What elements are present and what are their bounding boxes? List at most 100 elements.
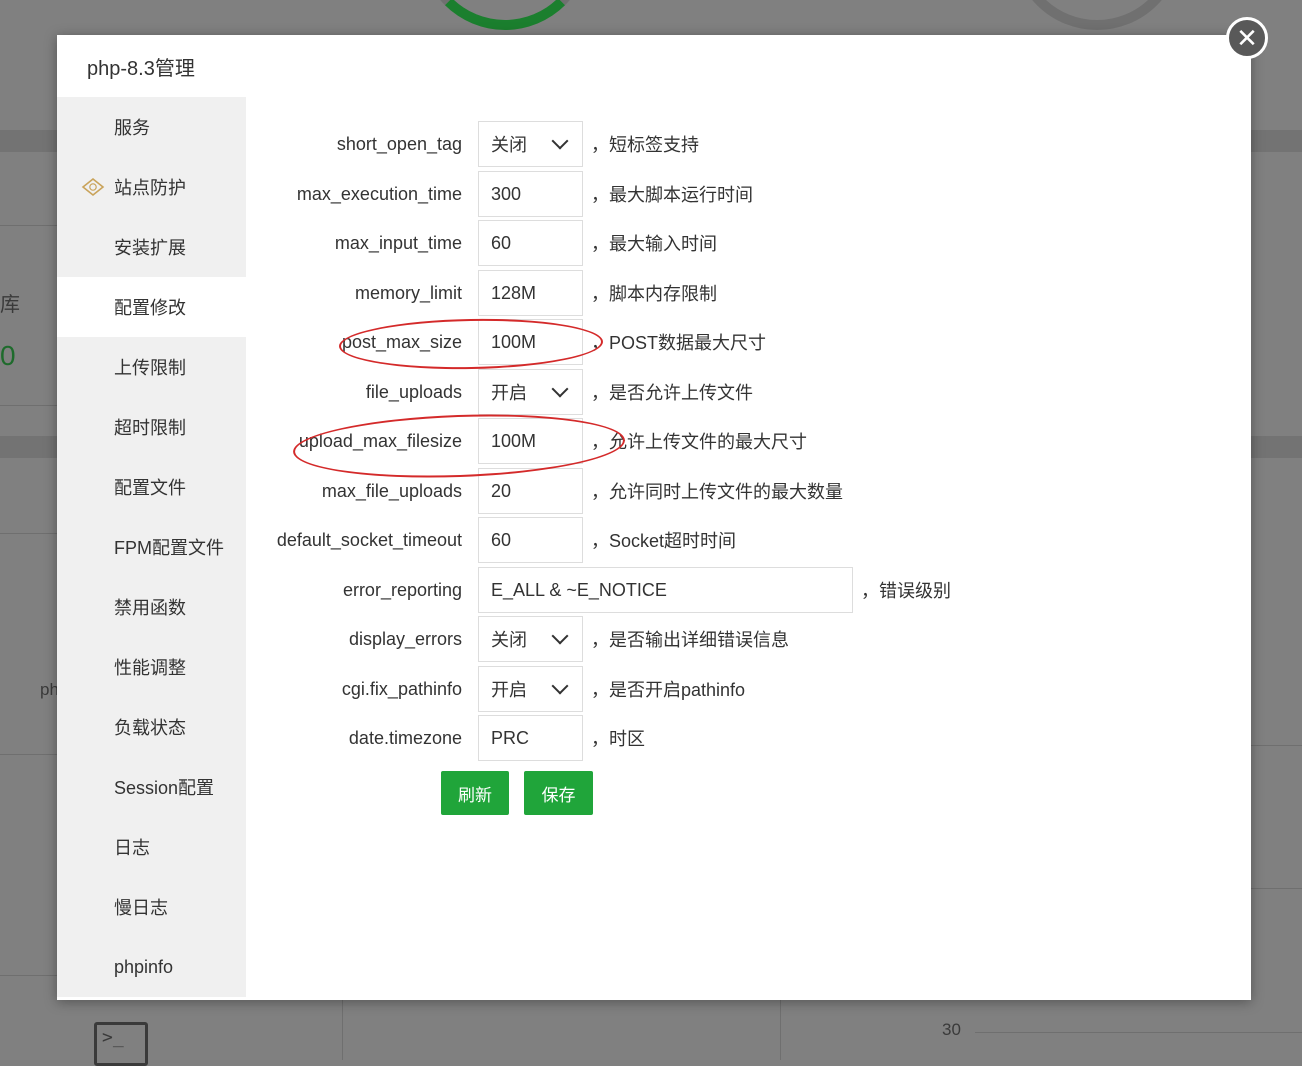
close-dialog-button[interactable]: ✕	[1226, 17, 1268, 59]
sidebar-item[interactable]: 服务	[57, 97, 246, 157]
config-input[interactable]: 20	[478, 468, 583, 514]
chevron-down-icon	[551, 627, 569, 645]
sidebar-item[interactable]: 上传限制	[57, 337, 246, 397]
sidebar-item[interactable]: 配置修改	[57, 277, 246, 337]
input-value: 100M	[491, 331, 537, 352]
sidebar-item-label: Session配置	[114, 778, 215, 798]
config-description: ，错误级别	[861, 581, 951, 601]
bg-divider	[1251, 745, 1302, 746]
select-value: 开启	[491, 680, 527, 700]
config-key-label: short_open_tag	[336, 133, 462, 154]
bg-divider	[0, 975, 57, 976]
config-row: file_uploads 开启 ，是否允许上传文件	[246, 368, 753, 416]
sidebar-item-label: 站点防护	[114, 178, 186, 198]
input-value: 20	[491, 480, 512, 501]
config-key-label: cgi.fix_pathinfo	[341, 678, 462, 699]
config-row: post_max_size 100M ，POST数据最大尺寸	[246, 318, 766, 366]
config-row: max_file_uploads 20 ，允许同时上传文件的最大数量	[246, 467, 843, 515]
config-select[interactable]: 关闭	[478, 616, 583, 662]
config-description: ，POST数据最大尺寸	[591, 333, 767, 353]
config-key-label: max_execution_time	[296, 183, 462, 204]
sidebar-item[interactable]: phpinfo	[57, 937, 246, 997]
config-description: ，Socket超时时间	[591, 531, 737, 551]
sidebar-item-label: phpinfo	[114, 956, 174, 977]
bg-label: 0	[0, 340, 16, 371]
chevron-down-icon	[551, 132, 569, 150]
config-select[interactable]: 开启	[478, 666, 583, 712]
config-row: max_input_time 60 ，最大输入时间	[246, 219, 717, 267]
config-key-label: file_uploads	[365, 381, 462, 402]
sidebar-item-label: 配置修改	[114, 298, 186, 318]
config-key-label: display_errors	[348, 628, 462, 649]
config-input[interactable]: PRC	[478, 715, 583, 761]
terminal-icon: >_	[94, 1022, 148, 1066]
chevron-down-icon	[551, 677, 569, 695]
enterprise-diamond-icon	[81, 177, 105, 197]
select-value: 关闭	[491, 630, 527, 650]
config-input[interactable]: 100M	[478, 319, 583, 365]
sidebar-item[interactable]: 禁用函数	[57, 577, 246, 637]
sidebar-item[interactable]: 慢日志	[57, 877, 246, 937]
config-input[interactable]: E_ALL & ~E_NOTICE	[478, 567, 853, 613]
sidebar-item-label: 负载状态	[114, 718, 186, 738]
refresh-button[interactable]: 刷新	[441, 771, 509, 815]
config-description: ，允许同时上传文件的最大数量	[591, 482, 843, 502]
sidebar-item-label: 上传限制	[114, 358, 186, 378]
sidebar-item[interactable]: 配置文件	[57, 457, 246, 517]
sidebar-item-label: 禁用函数	[114, 598, 186, 618]
sidebar-item-label: 安装扩展	[114, 238, 186, 258]
sidebar-item-label: 超时限制	[114, 418, 186, 438]
input-value: 300	[491, 183, 522, 204]
config-description: ，是否输出详细错误信息	[591, 630, 789, 650]
bg-divider	[0, 225, 57, 226]
config-key-label: max_file_uploads	[321, 480, 462, 501]
config-key-label: max_input_time	[334, 232, 462, 253]
sidebar-item[interactable]: FPM配置文件	[57, 517, 246, 577]
bg-gauge-right	[1012, 0, 1182, 30]
sidebar-item[interactable]: Session配置	[57, 757, 246, 817]
config-description: ，脚本内存限制	[591, 284, 717, 304]
sidebar-item[interactable]: 超时限制	[57, 397, 246, 457]
bg-divider	[0, 405, 57, 406]
config-input[interactable]: 300	[478, 171, 583, 217]
bg-divider	[0, 533, 57, 534]
bg-divider	[780, 1000, 781, 1060]
input-value: 128M	[491, 282, 537, 303]
config-input[interactable]: 100M	[478, 418, 583, 464]
sidebar-item-label: 日志	[114, 838, 150, 858]
input-value: 60	[491, 232, 512, 253]
bg-gauge-left	[420, 0, 590, 30]
config-description: ，是否允许上传文件	[591, 383, 753, 403]
sidebar-item[interactable]: 站点防护	[57, 157, 246, 217]
config-description: ，是否开启pathinfo	[591, 680, 746, 700]
config-row: default_socket_timeout 60 ，Socket超时时间	[246, 516, 736, 564]
chevron-down-icon	[551, 380, 569, 398]
config-input[interactable]: 60	[478, 220, 583, 266]
input-value: 60	[491, 529, 512, 550]
config-select[interactable]: 开启	[478, 369, 583, 415]
config-key-label: date.timezone	[348, 727, 462, 748]
config-key-label: memory_limit	[354, 282, 462, 303]
sidebar-item[interactable]: 安装扩展	[57, 217, 246, 277]
sidebar-item-label: 性能调整	[114, 658, 186, 678]
bg-divider	[342, 1000, 343, 1060]
config-description: ，最大输入时间	[591, 234, 717, 254]
config-row: short_open_tag 关闭 ，短标签支持	[246, 120, 699, 168]
config-select[interactable]: 关闭	[478, 121, 583, 167]
select-value: 开启	[491, 383, 527, 403]
config-description: ，最大脚本运行时间	[591, 185, 753, 205]
config-key-label: post_max_size	[341, 331, 462, 352]
config-input[interactable]: 60	[478, 517, 583, 563]
save-button[interactable]: 保存	[524, 771, 593, 815]
config-description: ，短标签支持	[591, 135, 699, 155]
config-input[interactable]: 128M	[478, 270, 583, 316]
config-row: display_errors 关闭 ，是否输出详细错误信息	[246, 615, 789, 663]
config-row: error_reporting E_ALL & ~E_NOTICE ，错误级别	[246, 566, 951, 614]
sidebar-item[interactable]: 性能调整	[57, 637, 246, 697]
sidebar-item[interactable]: 负载状态	[57, 697, 246, 757]
config-row: date.timezone PRC ，时区	[246, 714, 645, 762]
config-form: date.timezone PRC ，时区 cgi.fix_pathinfo 开启 ，是否…	[246, 97, 1251, 1000]
sidebar-item-label: 慢日志	[114, 898, 168, 918]
bg-divider	[1251, 888, 1302, 889]
sidebar-item[interactable]: 日志	[57, 817, 246, 877]
